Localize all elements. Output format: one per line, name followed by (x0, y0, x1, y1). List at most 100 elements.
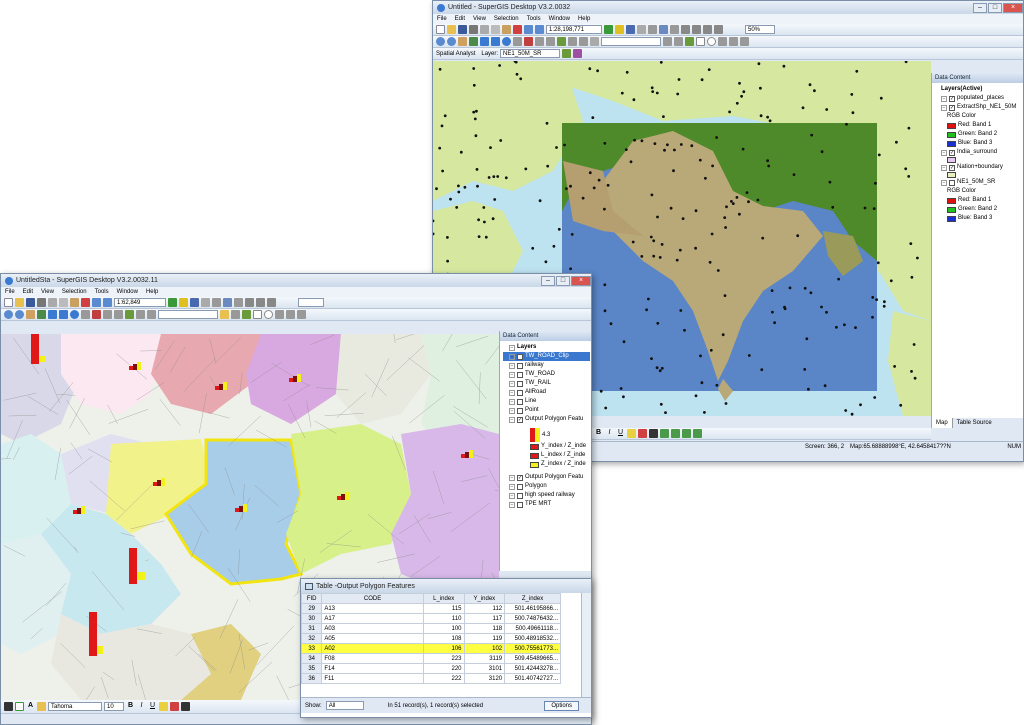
expand-icon[interactable]: − (941, 149, 947, 156)
table-icon[interactable] (670, 25, 679, 34)
table-cell-l[interactable]: 220 (422, 663, 465, 674)
layer-row[interactable]: Green: Band 2 (935, 130, 1022, 139)
layer-row[interactable]: − ✓ ExtractShp_NE1_50M (935, 103, 1022, 112)
options-button[interactable]: Options (544, 700, 579, 711)
expand-icon[interactable]: − (941, 164, 947, 171)
print-icon[interactable] (37, 298, 46, 307)
table-cell-l[interactable]: 223 (422, 653, 465, 664)
tab-table-source[interactable]: Table Source (953, 418, 996, 428)
copy-icon[interactable] (59, 298, 68, 307)
measure-icon[interactable] (513, 37, 522, 46)
paste-icon[interactable] (502, 25, 511, 34)
layer-row[interactable]: Red: Band 1 (935, 196, 1022, 205)
redo-icon[interactable] (103, 298, 112, 307)
hyperlink-icon[interactable] (114, 310, 123, 319)
identify-icon[interactable] (70, 310, 79, 319)
tool-icon[interactable] (681, 25, 690, 34)
table-cell-z[interactable]: 500.74876432... (504, 613, 561, 624)
table-cell-l[interactable]: 110 (422, 613, 465, 624)
expand-icon[interactable]: − (509, 353, 515, 360)
close-button[interactable]: × (571, 275, 591, 286)
table-cell-fid[interactable]: 36 (301, 673, 323, 684)
cut-icon[interactable] (48, 298, 57, 307)
edit-vertex-icon[interactable] (718, 37, 727, 46)
raster-icon[interactable] (573, 49, 583, 58)
menu-selection[interactable]: Selection (494, 16, 519, 22)
fill-color-icon[interactable] (627, 429, 636, 438)
layer-row[interactable]: − AllRoad (503, 388, 590, 397)
table-row[interactable]: 30 A17 110 117 500.74876432... (301, 613, 561, 624)
font-color-icon[interactable] (181, 702, 190, 711)
table-cell-z[interactable]: 501.40742727... (504, 673, 561, 684)
menu-edit[interactable]: Edit (455, 16, 465, 22)
find-icon[interactable] (103, 310, 112, 319)
layer-row[interactable]: − ✓ TW_ROAD_Clip (503, 352, 590, 361)
bold-icon[interactable]: B (594, 429, 603, 438)
map-tips-icon[interactable] (568, 37, 577, 46)
zoom-out-icon[interactable] (15, 310, 24, 319)
table-cell-code[interactable]: F08 (321, 653, 424, 664)
bold-icon[interactable]: B (126, 702, 135, 711)
layer-row[interactable]: Layers(Active) (935, 85, 1022, 94)
grid-icon[interactable] (648, 25, 657, 34)
find-icon[interactable] (535, 37, 544, 46)
layer-row[interactable]: Red: Band 1 (935, 121, 1022, 130)
table-cell-y[interactable]: 3101 (463, 663, 506, 674)
layer-row[interactable]: Blue: Band 3 (935, 214, 1022, 223)
edit-vertex-icon[interactable] (740, 37, 749, 46)
table-scrollbar[interactable] (581, 593, 591, 697)
layer-row[interactable]: − TW_RAIL (503, 379, 590, 388)
add-data-icon[interactable] (604, 25, 613, 34)
menu-edit[interactable]: Edit (23, 289, 33, 295)
grid-icon[interactable] (212, 298, 221, 307)
table-cell-y[interactable]: 3119 (463, 653, 506, 664)
new-icon[interactable] (4, 298, 13, 307)
expand-icon[interactable]: − (509, 380, 515, 387)
table-cell-fid[interactable]: 31 (301, 623, 323, 634)
table-cell-y[interactable]: 118 (463, 623, 506, 634)
paste-icon[interactable] (70, 298, 79, 307)
table-cell-z[interactable]: 500.75561773... (504, 643, 561, 654)
group-icon[interactable] (693, 429, 702, 438)
layer-row[interactable]: − ✓ Output Polygon Featu (503, 473, 590, 482)
help-icon[interactable] (190, 298, 199, 307)
group-icon[interactable] (682, 429, 691, 438)
expand-icon[interactable]: − (509, 492, 515, 499)
tool-icon[interactable] (692, 25, 701, 34)
spatial-analyst-menu[interactable]: Spatial Analyst (436, 51, 475, 57)
layer-row[interactable]: − ✓ India_surround (935, 148, 1022, 157)
table-cell-l[interactable]: 115 (422, 603, 465, 614)
layer-row[interactable]: − TPE MRT (503, 500, 590, 509)
layer-row[interactable]: Blue: Band 3 (935, 139, 1022, 148)
expand-icon[interactable]: − (941, 95, 947, 102)
pencil-icon[interactable] (231, 310, 240, 319)
expand-icon[interactable]: − (509, 389, 515, 396)
layer-row[interactable]: − Point (503, 406, 590, 415)
table-cell-y[interactable]: 119 (463, 633, 506, 644)
chart-icon[interactable] (659, 25, 668, 34)
sketch-icon[interactable] (685, 37, 694, 46)
table-row[interactable]: 35 F14 220 3101 501.42443278... (301, 663, 561, 674)
italic-icon[interactable]: I (137, 702, 146, 711)
redo-icon[interactable] (535, 25, 544, 34)
expand-icon[interactable]: − (941, 104, 947, 111)
menu-view[interactable]: View (41, 289, 54, 295)
menu-view[interactable]: View (473, 16, 486, 22)
line-color-icon[interactable] (170, 702, 179, 711)
sketch-icon[interactable] (242, 310, 251, 319)
layer-row[interactable]: − high speed railway (503, 491, 590, 500)
tool-icon[interactable] (703, 25, 712, 34)
layer-checkbox[interactable] (949, 179, 955, 186)
menu-tools[interactable]: Tools (95, 289, 109, 295)
table-cell-y[interactable]: 102 (463, 643, 506, 654)
save-icon[interactable] (458, 25, 467, 34)
back-extent-icon[interactable] (480, 37, 489, 46)
full-extent-icon[interactable] (37, 310, 46, 319)
zoom-select[interactable]: 50% (745, 25, 775, 34)
table-cell-z[interactable]: 500.48918532... (504, 633, 561, 644)
expand-icon[interactable]: − (509, 407, 515, 414)
italic-icon[interactable]: I (605, 429, 614, 438)
fill-color-icon[interactable] (159, 702, 168, 711)
expand-icon[interactable]: − (509, 344, 515, 351)
table-cell-fid[interactable]: 34 (301, 653, 323, 664)
